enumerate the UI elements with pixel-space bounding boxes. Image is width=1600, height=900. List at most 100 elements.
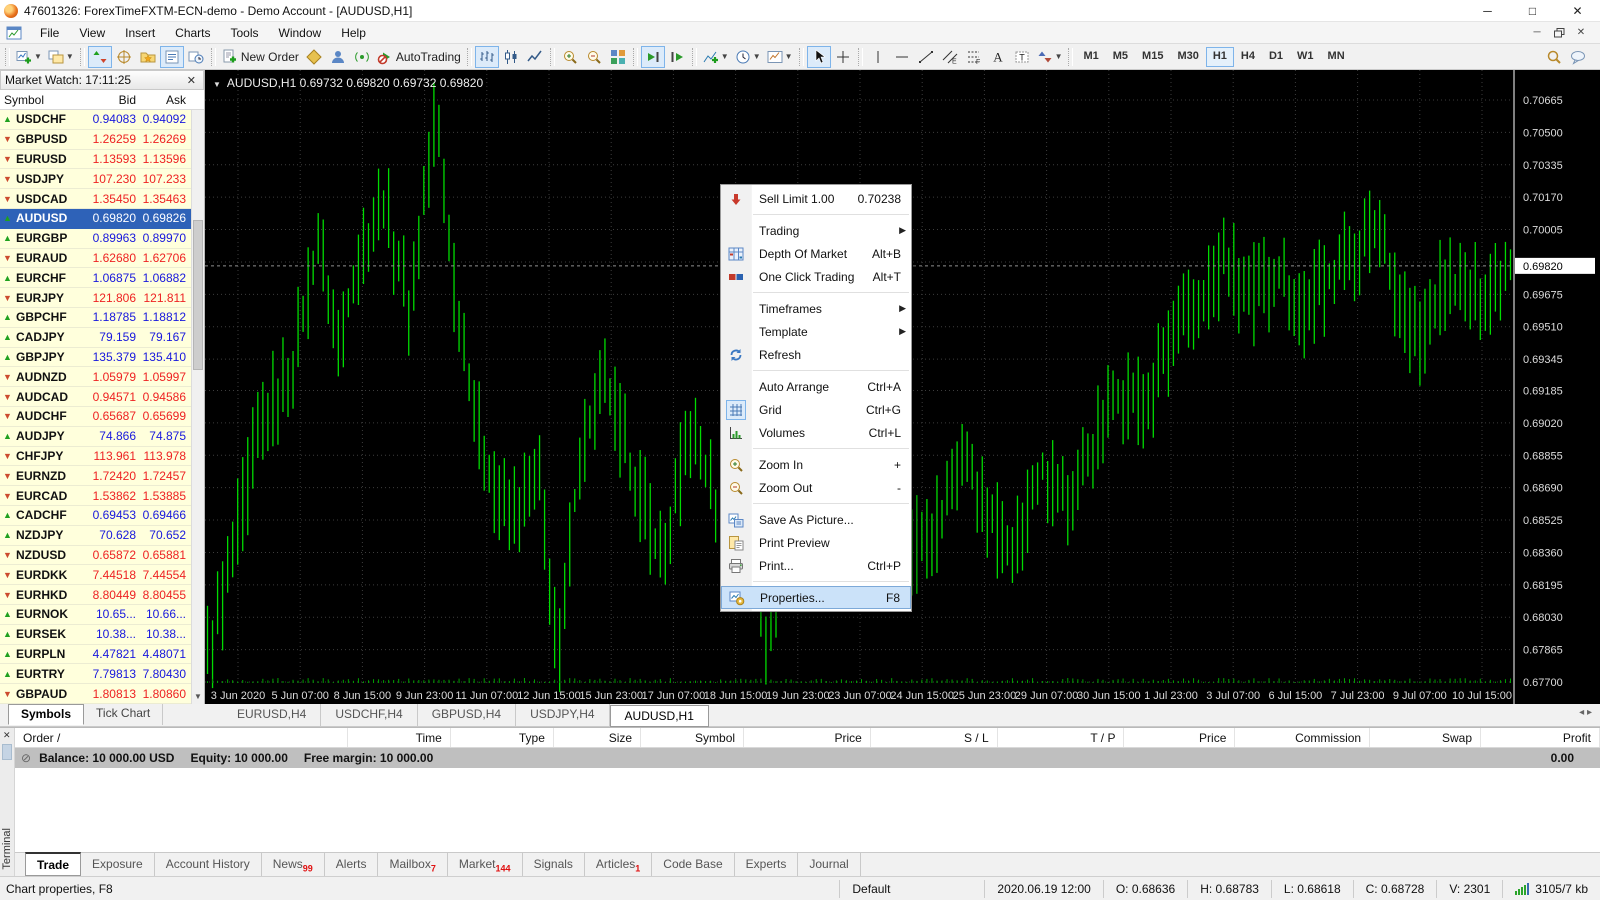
market-watch-row-chfjpy[interactable]: ▼CHFJPY113.961113.978 — [0, 447, 204, 467]
market-watch-row-eurcad[interactable]: ▼EURCAD1.538621.53885 — [0, 486, 204, 506]
chart-tab-audusd-h1[interactable]: AUDUSD,H1 — [610, 705, 709, 727]
menu-tools[interactable]: Tools — [221, 23, 269, 43]
child-minimize-button[interactable]: ─ — [1526, 25, 1548, 41]
terminal-tab-experts[interactable]: Experts — [735, 853, 799, 876]
context-menu-item-properties[interactable]: Properties...F8 — [721, 586, 911, 609]
market-watch-row-gbpchf[interactable]: ▲GBPCHF1.187851.18812 — [0, 308, 204, 328]
terminal-column-price[interactable]: Price — [1124, 728, 1235, 747]
terminal-column-price[interactable]: Price — [744, 728, 871, 747]
period-m5-button[interactable]: M5 — [1106, 47, 1135, 67]
market-watch-row-eurnzd[interactable]: ▼EURNZD1.724201.72457 — [0, 466, 204, 486]
menu-file[interactable]: File — [30, 23, 69, 43]
terminal-tab-market[interactable]: Market144 — [448, 853, 523, 876]
terminal-tab-code-base[interactable]: Code Base — [652, 853, 734, 876]
maximize-button[interactable]: □ — [1510, 0, 1555, 21]
market-watch-row-eurdkk[interactable]: ▼EURDKK7.445187.44554 — [0, 565, 204, 585]
minimize-button[interactable]: ─ — [1465, 0, 1510, 21]
terminal-close-icon[interactable]: ✕ — [3, 730, 11, 741]
context-menu-item-template[interactable]: Template▶ — [721, 320, 911, 343]
market-watch-row-cadjpy[interactable]: ▲CADJPY79.15979.167 — [0, 328, 204, 348]
terminal-column-time[interactable]: Time — [348, 728, 451, 747]
horizontal-line-button[interactable] — [890, 46, 914, 68]
channel-button[interactable]: E — [938, 46, 962, 68]
market-watch-row-eurhkd[interactable]: ▼EURHKD8.804498.80455 — [0, 585, 204, 605]
chart-tab-gbpusd-h4[interactable]: GBPUSD,H4 — [418, 704, 516, 726]
period-mn-button[interactable]: MN — [1321, 47, 1352, 67]
period-w1-button[interactable]: W1 — [1290, 47, 1321, 67]
crosshair-button[interactable] — [831, 46, 855, 68]
chart-tab-eurusd-h4[interactable]: EURUSD,H4 — [223, 704, 321, 726]
terminal-tab-signals[interactable]: Signals — [523, 853, 585, 876]
chat-button[interactable] — [1566, 46, 1590, 68]
market-watch-row-eurnok[interactable]: ▲EURNOK10.65...10.66... — [0, 605, 204, 625]
context-menu-item-save-as-picture[interactable]: Save As Picture... — [721, 508, 911, 531]
menu-view[interactable]: View — [69, 23, 115, 43]
market-watch-row-eursek[interactable]: ▲EURSEK10.38...10.38... — [0, 625, 204, 645]
market-watch-close-icon[interactable]: ✕ — [184, 74, 199, 87]
terminal-button[interactable] — [160, 46, 184, 68]
context-menu-item-volumes[interactable]: VolumesCtrl+L — [721, 421, 911, 444]
chart-tabs-scroll-buttons[interactable]: ◂ ▸ — [1571, 704, 1600, 726]
context-menu-item-auto-arrange[interactable]: Auto ArrangeCtrl+A — [721, 375, 911, 398]
indicators-button[interactable]: ▼ — [700, 46, 732, 68]
terminal-tab-trade[interactable]: Trade — [25, 852, 81, 876]
column-ask[interactable]: Ask — [140, 93, 190, 107]
zoom-out-button[interactable] — [582, 46, 606, 68]
terminal-column-size[interactable]: Size — [554, 728, 641, 747]
market-watch-row-nzdjpy[interactable]: ▲NZDJPY70.62870.652 — [0, 526, 204, 546]
auto-scroll-button[interactable] — [641, 46, 665, 68]
context-menu-item-one-click-trading[interactable]: One Click TradingAlt+T — [721, 265, 911, 288]
terminal-column-s-l[interactable]: S / L — [871, 728, 998, 747]
line-chart-button[interactable] — [523, 46, 547, 68]
market-watch-row-gbpaud[interactable]: ▼GBPAUD1.808131.80860 — [0, 684, 204, 704]
terminal-tab-articles[interactable]: Articles1 — [585, 853, 652, 876]
chart-shift-button[interactable] — [665, 46, 689, 68]
context-menu-item-zoom-in[interactable]: Zoom In+ — [721, 453, 911, 476]
chart-tab-usdjpy-h4[interactable]: USDJPY,H4 — [516, 704, 609, 726]
scrollbar-thumb[interactable] — [193, 220, 203, 370]
tile-windows-button[interactable] — [606, 46, 630, 68]
context-menu-item-grid[interactable]: GridCtrl+G — [721, 398, 911, 421]
market-watch-tab-tick-chart[interactable]: Tick Chart — [84, 704, 163, 725]
menu-help[interactable]: Help — [331, 23, 376, 43]
zoom-in-button[interactable] — [558, 46, 582, 68]
context-menu-item-sell-limit-1-00[interactable]: Sell Limit 1.000.70238 — [721, 187, 911, 210]
terminal-column-t-p[interactable]: T / P — [998, 728, 1125, 747]
period-m30-button[interactable]: M30 — [1170, 47, 1205, 67]
chart-tab-usdchf-h4[interactable]: USDCHF,H4 — [321, 704, 417, 726]
text-label-button[interactable]: T — [1010, 46, 1034, 68]
menu-window[interactable]: Window — [269, 23, 332, 43]
community-button[interactable] — [326, 46, 350, 68]
terminal-tab-mailbox[interactable]: Mailbox7 — [378, 853, 447, 876]
market-watch-row-eurchf[interactable]: ▲EURCHF1.068751.06882 — [0, 268, 204, 288]
period-h1-button[interactable]: H1 — [1206, 47, 1234, 67]
market-watch-scrollbar[interactable]: ▲▼ — [191, 110, 204, 704]
period-h4-button[interactable]: H4 — [1234, 47, 1262, 67]
market-watch-row-audusd[interactable]: ▲AUDUSD0.698200.69826 — [0, 209, 204, 229]
period-m15-button[interactable]: M15 — [1135, 47, 1170, 67]
market-watch-row-nzdusd[interactable]: ▼NZDUSD0.658720.65881 — [0, 546, 204, 566]
terminal-tab-alerts[interactable]: Alerts — [325, 853, 379, 876]
market-watch-row-audcad[interactable]: ▼AUDCAD0.945710.94586 — [0, 387, 204, 407]
market-watch-row-usdchf[interactable]: ▲USDCHF0.940830.94092 — [0, 110, 204, 130]
menu-insert[interactable]: Insert — [115, 23, 165, 43]
context-menu-item-zoom-out[interactable]: Zoom Out- — [721, 476, 911, 499]
market-watch-row-gbpusd[interactable]: ▼GBPUSD1.262591.26269 — [0, 130, 204, 150]
child-close-button[interactable]: ✕ — [1570, 25, 1592, 41]
market-watch-button[interactable] — [88, 46, 112, 68]
market-watch-row-usdcad[interactable]: ▼USDCAD1.354501.35463 — [0, 189, 204, 209]
context-menu-item-trading[interactable]: Trading▶ — [721, 219, 911, 242]
navigator-button[interactable] — [136, 46, 160, 68]
terminal-column-type[interactable]: Type — [451, 728, 554, 747]
metaeditor-button[interactable] — [302, 46, 326, 68]
search-button[interactable] — [1542, 46, 1566, 68]
terminal-column-swap[interactable]: Swap — [1370, 728, 1481, 747]
vertical-line-button[interactable] — [866, 46, 890, 68]
child-restore-button[interactable] — [1548, 25, 1570, 41]
period-d1-button[interactable]: D1 — [1262, 47, 1290, 67]
terminal-column-commission[interactable]: Commission — [1235, 728, 1370, 747]
candlestick-chart-button[interactable] — [499, 46, 523, 68]
market-watch-row-audchf[interactable]: ▼AUDCHF0.656870.65699 — [0, 407, 204, 427]
market-watch-row-eurgbp[interactable]: ▲EURGBP0.899630.89970 — [0, 229, 204, 249]
signals-button[interactable] — [350, 46, 374, 68]
